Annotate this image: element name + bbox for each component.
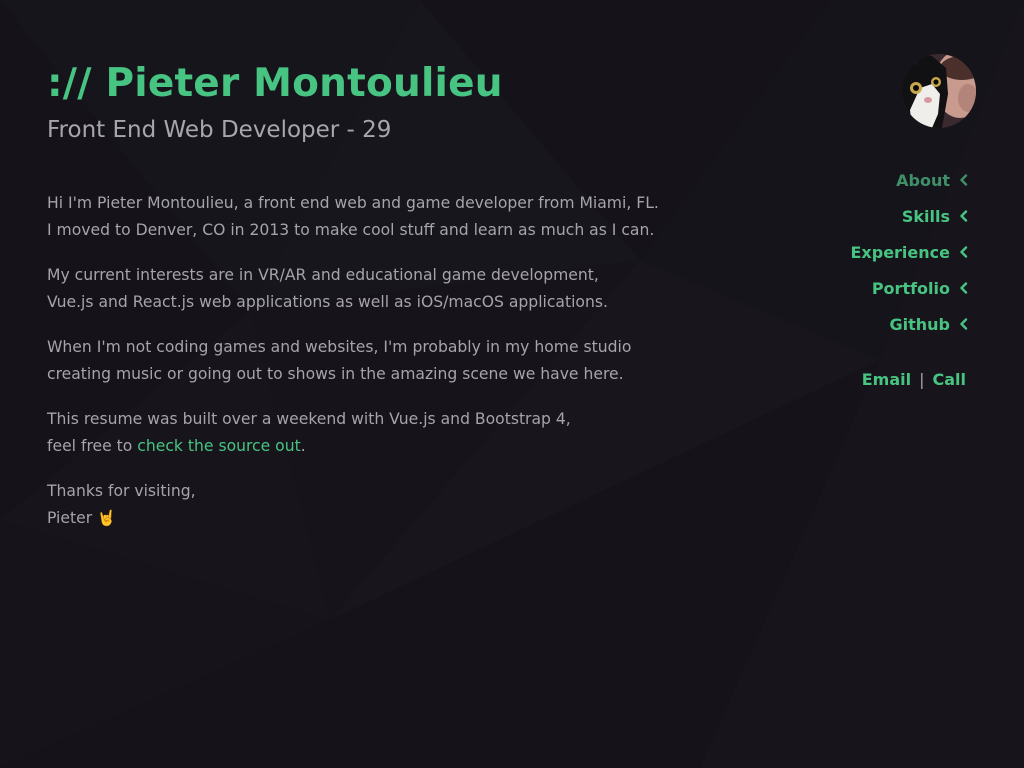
chevron-left-icon xyxy=(960,246,968,258)
bio-line: When I'm not coding games and websites, … xyxy=(47,338,632,356)
page-title: :// Pieter Montoulieu xyxy=(47,61,503,106)
nav-item-skills[interactable]: Skills xyxy=(850,198,968,234)
nav-item-label: Portfolio xyxy=(871,278,950,298)
chevron-left-icon xyxy=(960,318,968,330)
nav-item-experience[interactable]: Experience xyxy=(850,234,968,270)
contact-separator: | xyxy=(919,370,925,389)
bio-paragraph-source: This resume was built over a weekend wit… xyxy=(47,406,707,460)
nav-item-label: Github xyxy=(889,314,951,334)
rock-hand-icon: 🤘 xyxy=(97,509,116,527)
bio-line: Thanks for visiting, xyxy=(47,482,196,500)
signature-name: Pieter xyxy=(47,509,93,527)
bio-line: I moved to Denver, CO in 2013 to make co… xyxy=(47,221,655,239)
side-nav: About Skills Experience Portfolio Github xyxy=(850,162,968,342)
chevron-left-icon xyxy=(960,282,968,294)
profile-photo-avatar xyxy=(902,54,976,128)
bio-text: feel free to xyxy=(47,437,138,455)
nav-item-label: Experience xyxy=(850,242,950,262)
contact-links: Email | Call xyxy=(862,370,966,389)
bio-text: . xyxy=(300,437,306,455)
nav-item-about[interactable]: About xyxy=(850,162,968,198)
bio-paragraph-hobbies: When I'm not coding games and websites, … xyxy=(47,334,707,388)
bio-paragraph-signoff: Thanks for visiting, Pieter 🤘 xyxy=(47,478,707,532)
main-content: :// Pieter Montoulieu Front End Web Deve… xyxy=(47,58,707,550)
bio-paragraph-interests: My current interests are in VR/AR and ed… xyxy=(47,262,707,316)
nav-item-label: About xyxy=(896,170,950,190)
nav-item-github[interactable]: Github xyxy=(850,306,968,342)
nav-item-label: Skills xyxy=(901,206,950,226)
call-link[interactable]: Call xyxy=(932,370,966,389)
page-subtitle: Front End Web Developer - 29 xyxy=(47,117,392,143)
bio-line: creating music or going out to shows in … xyxy=(47,365,624,383)
source-code-link[interactable]: check the source out xyxy=(137,437,300,455)
chevron-left-icon xyxy=(960,210,968,222)
chevron-left-icon xyxy=(960,174,968,186)
nav-item-portfolio[interactable]: Portfolio xyxy=(850,270,968,306)
bio-line: feel free to check the source out. xyxy=(47,433,707,460)
bio-line: Pieter 🤘 xyxy=(47,505,707,532)
bio-line: Vue.js and React.js web applications as … xyxy=(47,293,608,311)
bio-line: Hi I'm Pieter Montoulieu, a front end we… xyxy=(47,194,659,212)
avatar xyxy=(902,54,976,128)
bio-section: Hi I'm Pieter Montoulieu, a front end we… xyxy=(47,190,707,532)
email-link[interactable]: Email xyxy=(862,370,911,389)
bio-paragraph-intro: Hi I'm Pieter Montoulieu, a front end we… xyxy=(47,190,707,244)
bio-line: This resume was built over a weekend wit… xyxy=(47,410,571,428)
bio-line: My current interests are in VR/AR and ed… xyxy=(47,266,599,284)
